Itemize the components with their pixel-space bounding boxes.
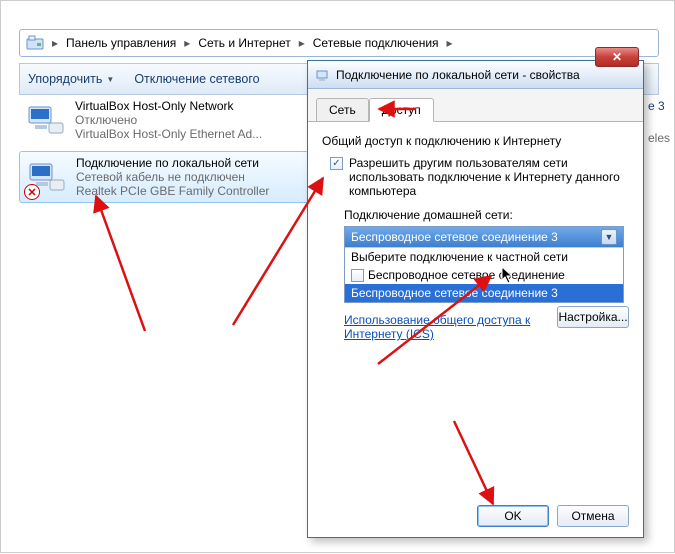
allow-sharing-checkbox[interactable]: ✓ [330, 157, 343, 170]
combo-option[interactable]: Выберите подключение к частной сети [345, 248, 623, 266]
connection-name: VirtualBox Host-Only Network [75, 99, 262, 113]
option-checkbox[interactable] [351, 269, 364, 282]
dialog-titlebar[interactable]: Подключение по локальной сети - свойства… [308, 61, 643, 89]
network-icon [314, 66, 332, 84]
combo-label: Подключение домашней сети: [344, 208, 629, 222]
close-button[interactable]: ✕ [595, 47, 639, 67]
list-item-text: VirtualBox Host-Only Network Отключено V… [75, 99, 262, 141]
close-icon: ✕ [612, 50, 622, 64]
properties-dialog: Подключение по локальной сети - свойства… [307, 60, 644, 538]
organize-label: Упорядочить [28, 72, 102, 86]
cancel-button[interactable]: Отмена [557, 505, 629, 527]
breadcrumb-item[interactable]: Панель управления [66, 36, 176, 50]
network-connections-list: VirtualBox Host-Only Network Отключено V… [19, 95, 309, 209]
connection-device: Realtek PCIe GBE Family Controller [76, 184, 269, 198]
group-title: Общий доступ к подключению к Интернету [322, 134, 629, 148]
combo-selected-value: Беспроводное сетевое соединение 3 [351, 230, 558, 244]
error-badge-icon: ✕ [24, 184, 40, 200]
chevron-right-icon: ▸ [182, 36, 192, 50]
check-icon: ✓ [332, 159, 340, 169]
chevron-right-icon: ▸ [297, 36, 307, 50]
dialog-button-row: OK Отмена [477, 505, 629, 527]
dialog-body: Общий доступ к подключению к Интернету ✓… [308, 122, 643, 496]
network-adapter-icon: ✕ [26, 156, 68, 198]
breadcrumb-item[interactable]: Сеть и Интернет [198, 36, 290, 50]
combo-option-label: Беспроводное сетевое соединение [368, 268, 565, 282]
combo-option[interactable]: Беспроводное сетевое соединение [345, 266, 623, 284]
ok-button[interactable]: OK [477, 505, 549, 527]
settings-button[interactable]: Настройка... [557, 306, 629, 328]
network-adapter-icon [25, 99, 67, 141]
network-folder-icon [26, 34, 44, 52]
disable-device-button[interactable]: Отключение сетевого [134, 72, 259, 86]
tab-strip: Сеть Доступ [308, 89, 643, 122]
tab-access[interactable]: Доступ [369, 98, 434, 122]
allow-sharing-label: Разрешить другим пользователям сети испо… [349, 156, 629, 198]
breadcrumb-item[interactable]: Сетевые подключения [313, 36, 439, 50]
address-bar[interactable]: ▸ Панель управления ▸ Сеть и Интернет ▸ … [19, 29, 659, 57]
combo-option[interactable]: Беспроводное сетевое соединение 3 [345, 284, 623, 302]
combo-dropdown-list: Выберите подключение к частной сети Бесп… [345, 247, 623, 302]
connection-status: Отключено [75, 113, 262, 127]
connection-device: VirtualBox Host-Only Ethernet Ad... [75, 127, 262, 141]
list-item[interactable]: ✕ Подключение по локальной сети Сетевой … [19, 151, 309, 203]
chevron-down-icon[interactable]: ▼ [601, 229, 617, 245]
organize-menu[interactable]: Упорядочить ▼ [28, 72, 114, 86]
connection-status: Сетевой кабель не подключен [76, 170, 269, 184]
chevron-right-icon: ▸ [50, 36, 60, 50]
list-item[interactable]: VirtualBox Host-Only Network Отключено V… [19, 95, 309, 145]
home-network-combobox[interactable]: Беспроводное сетевое соединение 3 ▼ Выбе… [344, 226, 624, 303]
chevron-down-icon: ▼ [106, 75, 114, 84]
list-item-text: Подключение по локальной сети Сетевой ка… [76, 156, 269, 198]
partially-visible-text: е 3 eles [648, 99, 670, 145]
connection-name: Подключение по локальной сети [76, 156, 269, 170]
ics-help-link[interactable]: Использование общего доступа к Интернету… [344, 313, 534, 341]
tab-network[interactable]: Сеть [316, 98, 369, 122]
disable-device-label: Отключение сетевого [134, 72, 259, 86]
chevron-right-icon: ▸ [445, 36, 455, 50]
dialog-title: Подключение по локальной сети - свойства [336, 68, 580, 82]
